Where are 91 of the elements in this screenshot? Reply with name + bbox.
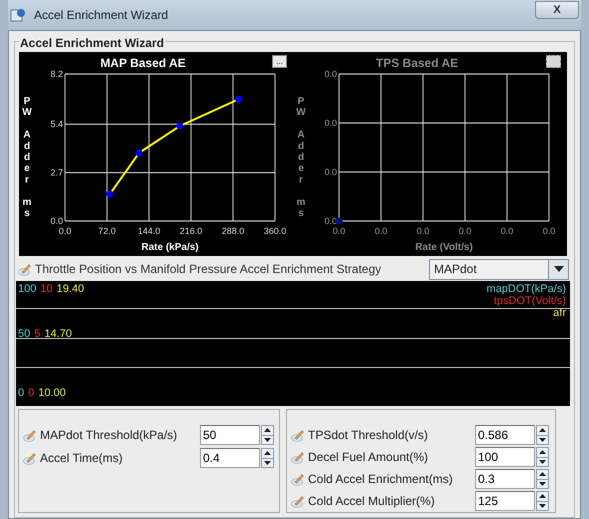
dropdown-arrow-icon (554, 266, 564, 272)
x-tick-label: 360.0 (264, 226, 286, 236)
edit-icon (23, 452, 37, 464)
app-icon (10, 7, 26, 23)
down-arrow-icon (539, 504, 546, 508)
y-tick-label: 5.4 (50, 119, 63, 130)
x-tick-label: 0.0 (58, 226, 72, 236)
chart-title: TPS Based AE (376, 56, 458, 70)
field-label: TPSdot Threshold(v/s) (308, 427, 429, 444)
spin-up-button[interactable] (537, 492, 548, 502)
scale-value: 14.70 (44, 328, 72, 340)
chart-title: MAP Based AE (100, 56, 186, 70)
number-field[interactable]: 0.586 (475, 425, 535, 445)
spin-down-button[interactable] (262, 458, 273, 467)
down-arrow-icon (539, 438, 546, 442)
up-arrow-icon (539, 494, 546, 498)
field-label: MAPdot Threshold(kPa/s) (40, 427, 178, 444)
spin-down-button[interactable] (537, 436, 548, 444)
x-tick-label: 0.0 (458, 226, 472, 236)
x-axis-title: Rate (kPa/s) (141, 242, 199, 253)
x-axis-title: Rate (Volt/s) (415, 242, 473, 253)
spin-down-button[interactable] (262, 436, 273, 444)
x-tick-label: 288.0 (222, 226, 244, 236)
y-tick-label: 0.0 (324, 167, 337, 177)
up-arrow-icon (539, 428, 546, 432)
y-tick-label: 8.2 (50, 69, 63, 79)
field-label: Cold Accel Enrichment(ms) (308, 471, 454, 488)
up-arrow-icon (264, 428, 271, 432)
up-arrow-icon (539, 450, 546, 454)
x-tick-label: 0.0 (542, 226, 556, 236)
close-button[interactable]: X (535, 1, 579, 19)
strategy-dropdown[interactable]: MAPdot (429, 258, 569, 280)
scale-value: 0 (18, 387, 24, 399)
number-field[interactable]: 100 (475, 447, 535, 467)
scale-value: 5 (34, 328, 40, 340)
spin-down-button[interactable] (537, 458, 548, 466)
up-arrow-icon (539, 472, 546, 476)
edit-icon (291, 428, 305, 442)
spin-up-button[interactable] (537, 470, 548, 480)
spin-down-button[interactable] (537, 480, 548, 488)
x-tick-label: 0.0 (332, 226, 346, 236)
field-label: Decel Fuel Amount(%) (308, 449, 430, 466)
x-tick-label: 72.0 (98, 226, 116, 236)
data-point[interactable] (106, 190, 114, 198)
chart-menu-button[interactable]: ... (272, 55, 287, 68)
y-axis-title: PW Adder ms (296, 96, 306, 219)
scale-value: 0 (28, 387, 34, 399)
strategy-label: Throttle Position vs Manifold Pressure Accel Enrichment Strategy (35, 261, 382, 278)
number-field[interactable]: 0.4 (200, 448, 260, 468)
legend-label: mapDOT(kPa/s) (486, 283, 566, 295)
down-arrow-icon (264, 460, 271, 465)
edit-icon (18, 262, 32, 276)
legend-label: afr (553, 307, 566, 319)
field-label: Accel Time(ms) (40, 450, 124, 467)
spin-up-button[interactable] (262, 449, 273, 458)
data-point[interactable] (235, 96, 242, 103)
scale-value: 19.40 (56, 283, 84, 295)
edit-icon (291, 450, 305, 464)
up-arrow-icon (264, 451, 271, 456)
y-tick-label: 0.0 (324, 118, 337, 128)
spin-up-button[interactable] (537, 448, 548, 458)
scale-value: 50 (18, 328, 30, 340)
down-arrow-icon (539, 482, 546, 486)
down-arrow-icon (539, 460, 546, 464)
spin-down-button[interactable] (537, 502, 548, 510)
legend-label: tpsDOT(Volt/s) (494, 295, 566, 307)
x-tick-label: 144.0 (138, 226, 160, 236)
y-axis-title: PW Adder ms (22, 96, 32, 219)
down-arrow-icon (264, 438, 271, 442)
edit-icon (291, 472, 305, 486)
scale-value: 10.00 (38, 387, 66, 399)
y-tick-label: 2.7 (50, 168, 63, 178)
y-tick-label: 0.0 (50, 216, 63, 226)
x-tick-label: 0.0 (500, 226, 514, 236)
x-tick-label: 0.0 (416, 226, 430, 236)
y-tick-label: 0.0 (324, 69, 337, 79)
data-point[interactable] (136, 149, 143, 156)
edit-icon (23, 428, 37, 442)
field-label: Cold Accel Multiplier(%) (308, 493, 436, 510)
spin-up-button[interactable] (262, 426, 273, 436)
edit-icon (291, 494, 305, 508)
spin-up-button[interactable] (537, 426, 548, 436)
number-field[interactable]: 125 (475, 491, 535, 511)
x-tick-label: 216.0 (180, 226, 202, 236)
x-tick-label: 0.0 (374, 226, 388, 236)
number-field[interactable]: 50 (200, 425, 260, 445)
data-point[interactable] (176, 122, 184, 130)
window-title: Accel Enrichment Wizard (34, 7, 168, 24)
scale-value: 10 (40, 283, 53, 295)
scale-value: 100 (18, 283, 36, 295)
number-field[interactable]: 0.3 (475, 469, 535, 489)
